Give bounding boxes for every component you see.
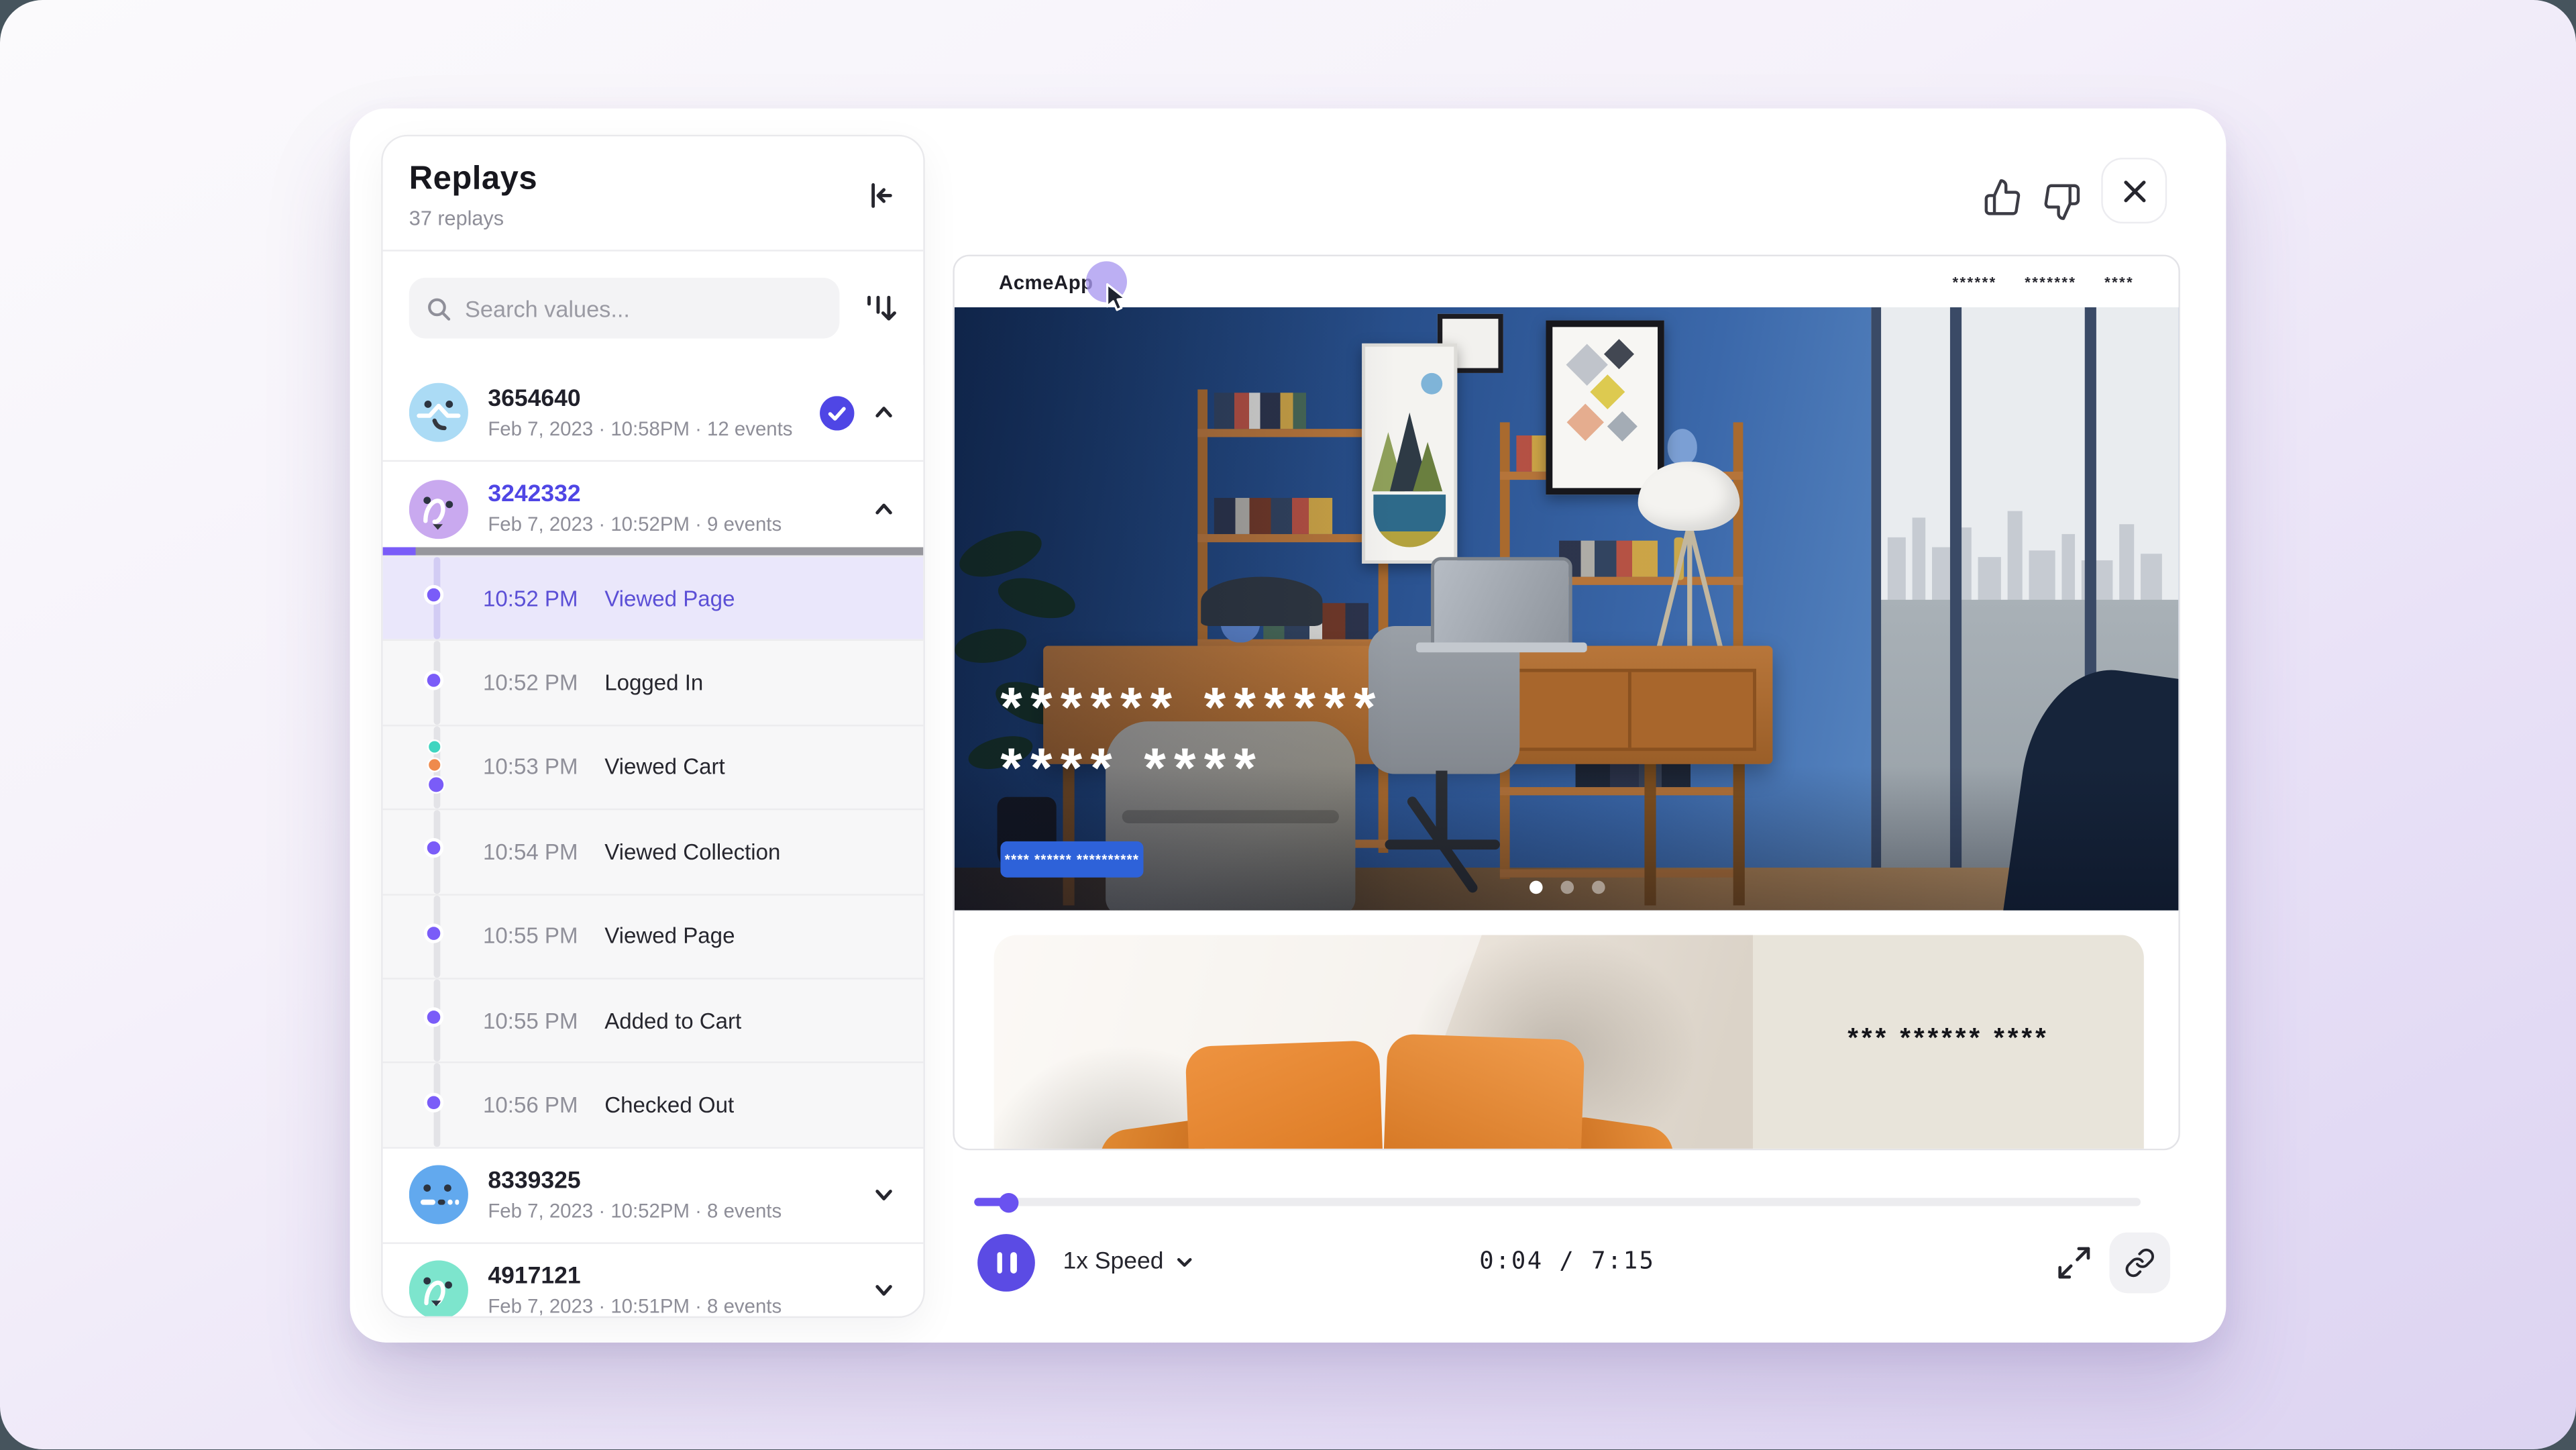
event-row[interactable]: 10:55 PM Added to Cart — [383, 978, 924, 1062]
page-title: Replays — [409, 161, 897, 199]
avatar — [409, 479, 468, 538]
session-meta: Feb 7, 2023 · 10:52PM · 9 events — [488, 513, 851, 535]
event-dot — [424, 670, 443, 689]
session-progress-fill — [383, 548, 415, 556]
replayed-brand: AcmeApp — [999, 270, 1093, 293]
replay-modal: Replays 37 replays — [350, 109, 2226, 1343]
replay-viewport: AcmeApp ****** ******* **** — [953, 255, 2180, 1151]
event-row[interactable]: 10:52 PM Logged In — [383, 640, 924, 725]
promo-card: *** ****** **** — [994, 935, 2144, 1150]
session-id: 8339325 — [488, 1168, 851, 1194]
speed-label: 1x Speed — [1063, 1249, 1163, 1275]
event-time: 10:55 PM — [483, 924, 588, 949]
masked-hero-button[interactable]: **** ****** ********** — [1000, 841, 1143, 878]
chevron-up-icon[interactable] — [871, 495, 897, 521]
search-icon — [425, 295, 451, 321]
event-row[interactable]: 10:55 PM Viewed Page — [383, 893, 924, 978]
pause-button[interactable] — [977, 1234, 1035, 1292]
search-input[interactable] — [465, 295, 823, 321]
session-meta: Feb 7, 2023 · 10:52PM · 8 events — [488, 1199, 851, 1222]
event-label: Checked Out — [604, 1093, 734, 1118]
thumbs-up-icon[interactable] — [1983, 177, 2023, 217]
session-row[interactable]: 8339325 Feb 7, 2023 · 10:52PM · 8 events — [383, 1147, 924, 1242]
seek-bar[interactable] — [974, 1198, 2141, 1206]
event-dot — [424, 923, 443, 943]
replay-count: 37 replays — [409, 207, 897, 230]
sidebar-header: Replays 37 replays — [383, 136, 924, 251]
event-time: 10:53 PM — [483, 755, 588, 780]
session-row-selected[interactable]: 3242332 Feb 7, 2023 · 10:52PM · 9 events — [383, 460, 924, 556]
session-row[interactable]: 4917121 Feb 7, 2023 · 10:51PM · 8 events — [383, 1242, 924, 1318]
event-label: Viewed Collection — [604, 839, 780, 864]
avatar — [409, 1166, 468, 1225]
expand-icon[interactable] — [2055, 1244, 2093, 1282]
event-dot — [424, 1092, 443, 1111]
seek-bar-handle[interactable] — [1000, 1192, 1019, 1212]
avatar — [409, 383, 468, 442]
event-dot — [424, 1008, 443, 1027]
event-label: Logged In — [604, 670, 703, 695]
close-button[interactable] — [2101, 158, 2167, 223]
session-id: 3242332 — [488, 482, 851, 508]
replayed-page-content: *** ****** **** — [955, 911, 2178, 1151]
masked-nav-item: ******* — [2025, 274, 2076, 290]
masked-nav-item: ****** — [1952, 274, 1996, 290]
search-input-wrapper[interactable] — [409, 278, 840, 339]
event-time: 10:54 PM — [483, 839, 588, 864]
avatar — [409, 1261, 468, 1318]
event-label: Added to Cart — [604, 1008, 741, 1033]
event-time: 10:55 PM — [483, 1008, 588, 1033]
speed-selector[interactable]: 1x Speed — [1063, 1249, 1195, 1275]
event-time: 10:52 PM — [483, 586, 588, 611]
cursor-icon — [1106, 282, 1127, 312]
event-dot — [424, 839, 443, 858]
chevron-down-icon — [1175, 1252, 1195, 1272]
replayed-nav: ****** ******* **** — [1952, 274, 2134, 290]
chevron-up-icon[interactable] — [871, 399, 897, 425]
carousel-dots[interactable] — [1529, 881, 1605, 894]
replayed-hero-image: ****** ********** **** **** ****** *****… — [955, 307, 2178, 911]
session-id: 4917121 — [488, 1263, 851, 1290]
session-meta: Feb 7, 2023 · 10:58PM · 12 events — [488, 417, 800, 439]
session-row[interactable]: 3654640 Feb 7, 2023 · 10:58PM · 12 event… — [383, 365, 924, 460]
link-icon — [2125, 1247, 2156, 1279]
close-icon — [2120, 176, 2148, 205]
event-time: 10:56 PM — [483, 1093, 588, 1118]
replays-sidebar: Replays 37 replays — [381, 135, 925, 1318]
sort-icon[interactable] — [861, 289, 900, 328]
collapse-sidebar-icon[interactable] — [861, 176, 900, 215]
event-label: Viewed Cart — [604, 755, 725, 780]
session-meta: Feb 7, 2023 · 10:51PM · 8 events — [488, 1294, 851, 1317]
event-row[interactable]: 10:53 PM Viewed Cart — [383, 724, 924, 809]
copy-link-button[interactable] — [2109, 1233, 2170, 1294]
search-row — [383, 252, 924, 365]
verified-check-badge — [820, 395, 854, 429]
event-label: Viewed Page — [604, 586, 735, 611]
event-dot — [424, 585, 443, 605]
session-progress-bar — [383, 548, 924, 556]
event-row[interactable]: 10:54 PM Viewed Collection — [383, 809, 924, 893]
playback-time: 0:04 / 7:15 — [1401, 1249, 1733, 1275]
event-row-selected[interactable]: 10:52 PM Viewed Page — [383, 556, 924, 640]
stage: Replays 37 replays — [0, 0, 2576, 1449]
masked-promo-text: *** ****** **** — [1753, 935, 2144, 1150]
event-time: 10:52 PM — [483, 670, 588, 695]
session-id: 3654640 — [488, 385, 800, 411]
event-label: Viewed Page — [604, 924, 735, 949]
thumbs-down-icon[interactable] — [2042, 183, 2082, 222]
masked-nav-item: **** — [2104, 274, 2134, 290]
sofa-image — [994, 935, 1753, 1150]
feedback-toolbar — [1983, 158, 2167, 223]
replayed-page-header: AcmeApp ****** ******* **** — [955, 256, 2178, 307]
event-row[interactable]: 10:56 PM Checked Out — [383, 1062, 924, 1147]
chevron-down-icon[interactable] — [871, 1277, 897, 1303]
chevron-down-icon[interactable] — [871, 1182, 897, 1208]
